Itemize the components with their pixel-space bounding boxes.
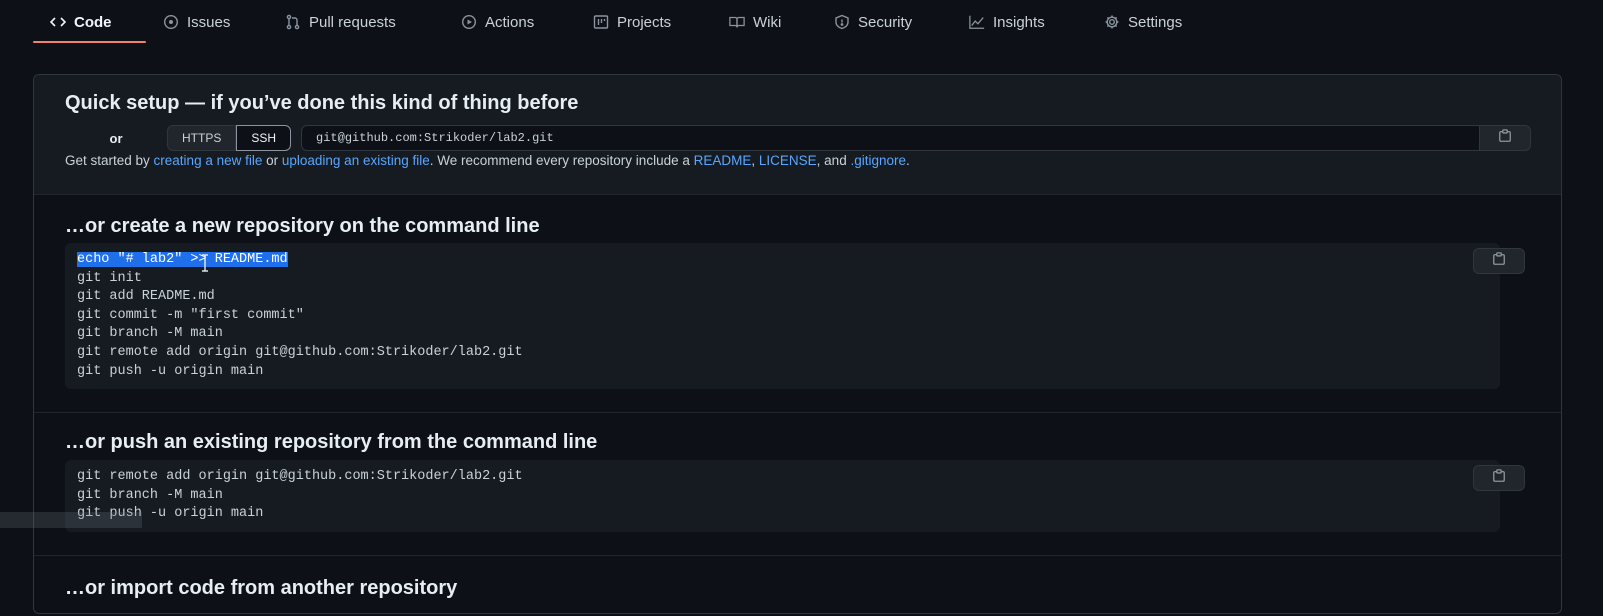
clone-url-row: or HTTPS SSH [65, 125, 1531, 151]
tab-settings-label: Settings [1128, 13, 1183, 31]
tab-actions[interactable]: Actions [461, 0, 534, 44]
import-repo-section: …or import code from another repository [34, 556, 1561, 616]
play-icon [461, 14, 477, 30]
code-line: git remote add origin git@github.com:Str… [77, 469, 523, 484]
copy-push-commands-button[interactable] [1473, 465, 1525, 491]
book-icon [729, 14, 745, 30]
code-line: git add README.md [77, 289, 215, 305]
or-label: or [109, 130, 123, 146]
copy-icon [1492, 468, 1506, 488]
copy-create-commands-button[interactable] [1473, 248, 1525, 274]
upload-file-link[interactable]: uploading an existing file [282, 153, 430, 168]
tab-security[interactable]: Security [834, 0, 912, 44]
https-button[interactable]: HTTPS [167, 125, 237, 151]
code-line: git init [77, 270, 142, 286]
copy-url-button[interactable] [1479, 125, 1531, 151]
hint-prefix: Get started by [65, 153, 154, 168]
tab-pull-requests-label: Pull requests [309, 13, 396, 31]
graph-icon [969, 14, 985, 30]
quick-setup-title: Quick setup — if you’ve done this kind o… [65, 92, 579, 114]
tab-code[interactable]: Code [50, 0, 112, 44]
faded-overlay [0, 512, 142, 528]
tab-insights-label: Insights [993, 13, 1045, 31]
hint-mid3: , and [816, 153, 851, 168]
text-cursor-icon [201, 254, 209, 272]
pull-request-icon [285, 14, 301, 30]
create-repo-section: …or create a new repository on the comma… [34, 195, 1561, 413]
tab-settings[interactable]: Settings [1104, 0, 1182, 44]
code-line: git push -u origin main [77, 363, 264, 379]
create-repo-title: …or create a new repository on the comma… [65, 215, 540, 237]
hint-suffix: . [906, 153, 910, 168]
code-icon [50, 14, 66, 30]
push-repo-title: …or push an existing repository from the… [65, 431, 598, 453]
hint-mid1: or [262, 153, 282, 168]
hint-sep1: , [751, 153, 759, 168]
code-line: echo "# lab2" >> README.md [77, 251, 1488, 270]
tab-wiki-label: Wiki [753, 13, 782, 31]
tab-projects-label: Projects [617, 13, 672, 31]
create-new-file-link[interactable]: creating a new file [154, 153, 263, 168]
active-tab-underline [33, 41, 146, 43]
tab-actions-label: Actions [485, 13, 535, 31]
quick-setup-section: Quick setup — if you’ve done this kind o… [34, 75, 1561, 195]
quick-setup-box: Quick setup — if you’ve done this kind o… [33, 74, 1562, 614]
shield-icon [834, 14, 850, 30]
code-line: git push -u origin main [77, 506, 264, 522]
readme-link[interactable]: README [694, 153, 752, 168]
push-repo-code[interactable]: git remote add origin git@github.com:Str… [65, 460, 1500, 532]
gitignore-link[interactable]: .gitignore [850, 153, 906, 168]
protocol-toggle: HTTPS SSH [167, 125, 292, 151]
hint-mid2: . We recommend every repository include … [429, 153, 694, 168]
clone-url-input[interactable] [301, 125, 1479, 151]
tab-security-label: Security [858, 13, 913, 31]
tab-projects[interactable]: Projects [593, 0, 671, 44]
gear-icon [1104, 14, 1120, 30]
license-link[interactable]: LICENSE [759, 153, 817, 168]
push-repo-section: …or push an existing repository from the… [34, 413, 1561, 556]
table-icon [593, 14, 609, 30]
getting-started-hint: Get started by creating a new file or up… [65, 153, 910, 168]
issue-icon [163, 14, 179, 30]
copy-icon [1492, 251, 1506, 271]
repo-nav: Code Issues Pull requests Actions Projec… [0, 0, 1603, 44]
create-repo-code[interactable]: echo "# lab2" >> README.md git init git … [65, 243, 1500, 390]
tab-issues-label: Issues [187, 13, 231, 31]
tab-issues[interactable]: Issues [163, 0, 230, 44]
code-line: git branch -M main [77, 487, 223, 503]
selected-text: echo "# lab2" >> README.md [77, 252, 288, 267]
code-line: git branch -M main [77, 326, 223, 342]
code-line: git remote add origin git@github.com:Str… [77, 344, 523, 360]
ssh-button[interactable]: SSH [236, 125, 292, 151]
code-line: git commit -m "first commit" [77, 307, 304, 323]
tab-code-label: Code [74, 13, 112, 31]
copy-icon [1498, 128, 1512, 148]
tab-pull-requests[interactable]: Pull requests [285, 0, 396, 44]
tab-insights[interactable]: Insights [969, 0, 1045, 44]
tab-wiki[interactable]: Wiki [729, 0, 781, 44]
